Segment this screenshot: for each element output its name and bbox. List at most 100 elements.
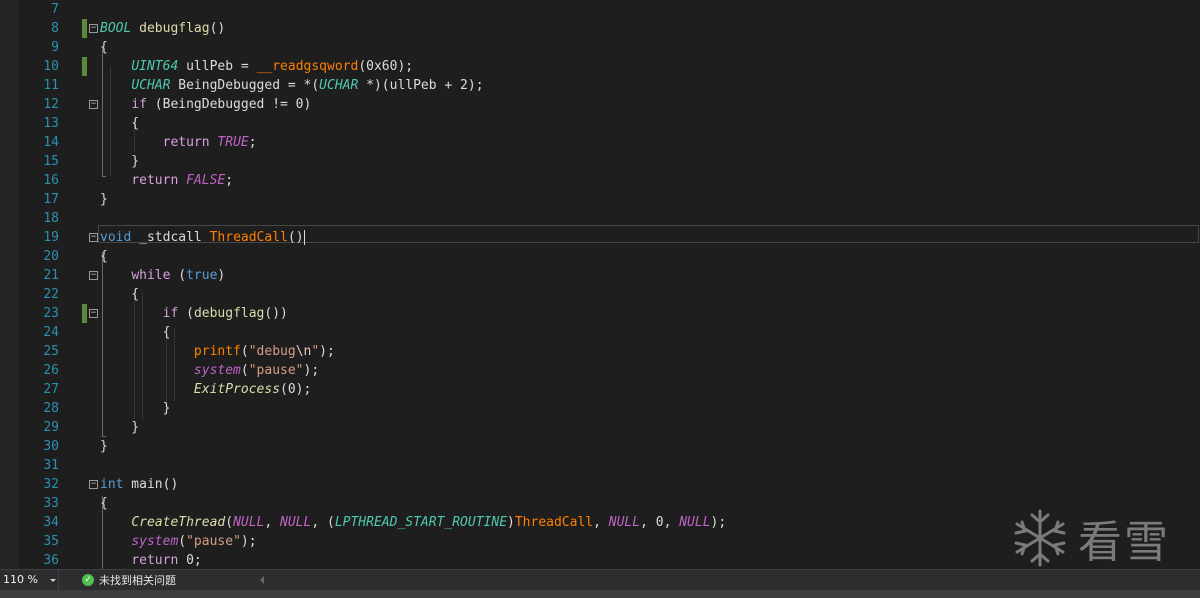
code-text[interactable]: ExitProcess(0); <box>100 380 311 399</box>
collapse-icon[interactable]: − <box>89 309 98 318</box>
code-line[interactable]: 21 − while (true) <box>0 266 1200 285</box>
line-number: 27 <box>43 382 59 397</box>
code-line[interactable]: 11 UCHAR BeingDebugged = *(UCHAR *)(ullP… <box>0 76 1200 95</box>
line-number: 12 <box>43 97 59 112</box>
code-line[interactable]: 8 − BOOL debugflag() <box>0 19 1200 38</box>
code-text[interactable]: } <box>100 437 108 456</box>
code-editor[interactable]: 7 8− BOOL debugflag() 9{10 UINT64 ullPeb = … <box>0 0 1200 569</box>
line-number: 30 <box>43 439 59 454</box>
code-token: void <box>100 230 132 245</box>
code-token: return <box>162 135 210 150</box>
code-token: "debug <box>248 344 296 359</box>
code-text[interactable]: system("pause"); <box>100 532 256 551</box>
collapse-icon[interactable]: − <box>89 233 98 242</box>
code-text[interactable]: UINT64 ullPeb = __readgsqword(0x60); <box>100 57 413 76</box>
code-text[interactable]: if (debugflag()) <box>100 304 288 323</box>
code-line[interactable]: 32 − int main() <box>0 475 1200 494</box>
code-line[interactable]: 20 { <box>0 247 1200 266</box>
code-line[interactable]: 26 system("pause"); <box>0 361 1200 380</box>
code-line[interactable]: 31 <box>0 456 1200 475</box>
code-line[interactable]: 17} <box>0 190 1200 209</box>
collapse-icon[interactable]: − <box>89 100 98 109</box>
code-text[interactable]: } <box>100 190 108 209</box>
code-text[interactable]: while (true) <box>100 266 225 285</box>
code-text[interactable]: return TRUE; <box>100 133 257 152</box>
collapse-icon[interactable]: − <box>89 480 98 489</box>
code-token: ; <box>225 173 234 188</box>
scroll-left-arrow-icon[interactable] <box>260 576 264 584</box>
code-token: NULL <box>679 515 711 530</box>
line-number: 7 <box>51 2 59 17</box>
line-number: 16 <box>43 173 59 188</box>
code-token: TRUE <box>217 135 249 150</box>
code-token: (BeingDebugged != 0) <box>146 97 312 112</box>
code-line[interactable]: 22 { <box>0 285 1200 304</box>
code-token: NULL <box>280 515 312 530</box>
collapse-icon[interactable]: − <box>89 271 98 280</box>
code-text[interactable]: { <box>100 323 171 342</box>
issues-indicator[interactable]: ✓ 未找到相关问题 <box>82 570 176 590</box>
code-line[interactable]: 27 ExitProcess(0); <box>0 380 1200 399</box>
code-line[interactable]: 24 { <box>0 323 1200 342</box>
code-text[interactable]: { <box>100 114 139 133</box>
code-text[interactable]: } <box>100 418 139 437</box>
zoom-value: 110 % <box>3 573 38 586</box>
line-number: 19 <box>43 230 59 245</box>
collapse-icon[interactable]: − <box>89 24 98 33</box>
code-text[interactable]: { <box>100 247 108 266</box>
code-line[interactable]: 23 − if (debugflag()) <box>0 304 1200 323</box>
code-line[interactable]: 14 return TRUE; <box>0 133 1200 152</box>
code-token: ( <box>225 515 234 530</box>
code-text[interactable]: if (BeingDebugged != 0) <box>100 95 311 114</box>
code-line[interactable]: 28 } <box>0 399 1200 418</box>
code-line[interactable]: 9{ <box>0 38 1200 57</box>
code-token: _stdcall <box>131 230 210 245</box>
code-text[interactable]: printf("debug\n"); <box>100 342 335 361</box>
code-text[interactable]: return 0; <box>100 551 201 569</box>
code-line[interactable]: 16 return FALSE; <box>0 171 1200 190</box>
code-line[interactable]: 19 − void _stdcall ThreadCall() <box>0 228 1200 247</box>
code-text[interactable]: CreateThread(NULL, NULL, (LPTHREAD_START… <box>100 513 726 532</box>
code-text[interactable]: { <box>100 494 108 513</box>
code-line[interactable]: 29 } <box>0 418 1200 437</box>
watermark-text: 看雪 <box>1078 517 1170 568</box>
code-line[interactable]: 25 printf("debug\n"); <box>0 342 1200 361</box>
code-token: ( <box>240 363 249 378</box>
code-token: UCHAR <box>131 78 171 93</box>
code-text[interactable]: void _stdcall ThreadCall() <box>100 228 305 247</box>
code-text[interactable]: int main() <box>100 475 178 494</box>
code-token: *)(ullPeb + 2); <box>358 78 484 93</box>
code-line[interactable]: 30} <box>0 437 1200 456</box>
code-line[interactable]: 15 } <box>0 152 1200 171</box>
code-text[interactable]: { <box>100 285 139 304</box>
code-token: () <box>209 21 226 36</box>
code-token: CreateThread <box>131 515 226 530</box>
code-token: { <box>100 40 108 55</box>
code-text[interactable]: return FALSE; <box>100 171 233 190</box>
code-token: UINT64 <box>131 59 179 74</box>
code-text[interactable]: UCHAR BeingDebugged = *(UCHAR *)(ullPeb … <box>100 76 484 95</box>
code-line[interactable]: 18 <box>0 209 1200 228</box>
code-text[interactable]: } <box>100 399 171 418</box>
code-text[interactable]: system("pause"); <box>100 361 319 380</box>
code-line[interactable]: 13 { <box>0 114 1200 133</box>
line-number: 24 <box>43 325 59 340</box>
code-line[interactable]: 7 <box>0 0 1200 19</box>
code-text[interactable]: } <box>100 152 139 171</box>
code-text[interactable]: { <box>100 38 108 57</box>
bottom-border <box>0 590 1200 598</box>
line-number: 14 <box>43 135 59 150</box>
code-line[interactable]: 10 UINT64 ullPeb = __readgsqword(0x60); <box>0 57 1200 76</box>
code-line[interactable]: 12 − if (BeingDebugged != 0) <box>0 95 1200 114</box>
line-number: 18 <box>43 211 59 226</box>
check-circle-icon: ✓ <box>82 574 94 586</box>
code-token: ; <box>248 135 257 150</box>
code-text[interactable]: BOOL debugflag() <box>100 19 225 38</box>
code-token: (0); <box>280 382 312 397</box>
zoom-dropdown[interactable]: 110 % <box>0 570 59 590</box>
